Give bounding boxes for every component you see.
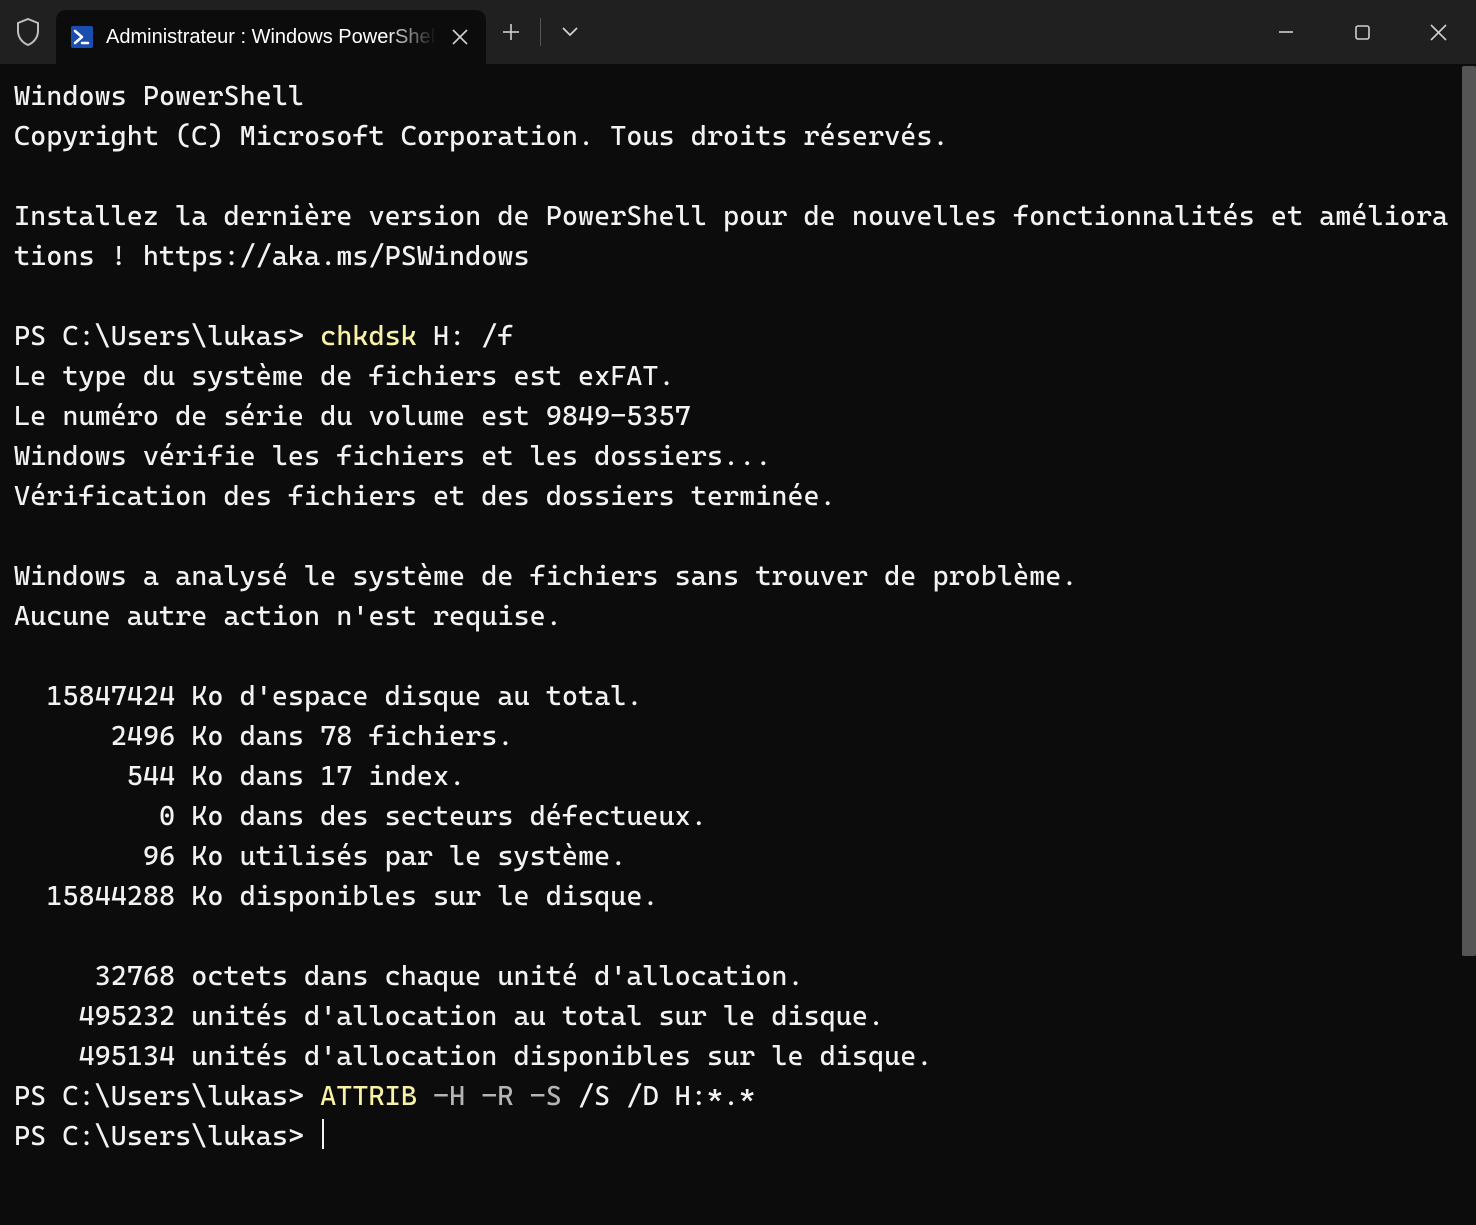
admin-shield-icon (0, 18, 56, 46)
title-bar-drag-area[interactable] (595, 0, 1248, 64)
minimize-icon (1278, 24, 1294, 40)
title-bar: Administrateur : Windows PowerShell (0, 0, 1476, 64)
title-bar-left: Administrateur : Windows PowerShell (0, 0, 595, 64)
prompt-prefix: PS C:\Users\lukas> (14, 1120, 320, 1152)
command-args: /S /D H:*.* (562, 1080, 755, 1112)
powershell-icon (70, 25, 94, 49)
terminal-line: Vérification des fichiers et des dossier… (14, 480, 836, 512)
command-flag: -H (417, 1080, 465, 1112)
terminal-line: 0 Ko dans des secteurs défectueux. (14, 800, 707, 832)
close-window-button[interactable] (1400, 0, 1476, 64)
command-flag: -S (514, 1080, 562, 1112)
terminal-line: 15847424 Ko d'espace disque au total. (14, 680, 642, 712)
tab-close-button[interactable] (442, 19, 478, 55)
prompt-prefix: PS C:\Users\lukas> (14, 320, 320, 352)
maximize-icon (1355, 25, 1370, 40)
terminal-line: Windows PowerShell (14, 80, 304, 112)
command-name: ATTRIB (320, 1080, 417, 1112)
terminal-line: 96 Ko utilisés par le système. (14, 840, 626, 872)
terminal-line: Installez la dernière version de PowerSh… (14, 200, 1448, 272)
terminal-line: 544 Ko dans 17 index. (14, 760, 465, 792)
new-tab-button[interactable] (486, 0, 536, 64)
terminal-line: Le type du système de fichiers est exFAT… (14, 360, 675, 392)
terminal-line: 2496 Ko dans 78 fichiers. (14, 720, 514, 752)
tab-actions (486, 0, 595, 64)
terminal-line: 495232 unités d'allocation au total sur … (14, 1000, 884, 1032)
prompt-prefix: PS C:\Users\lukas> (14, 1080, 320, 1112)
terminal-line: Le numéro de série du volume est 9849-53… (14, 400, 691, 432)
divider (540, 18, 541, 46)
terminal-output[interactable]: Windows PowerShell Copyright (C) Microso… (0, 64, 1476, 1168)
cursor (322, 1119, 324, 1149)
terminal-line: Copyright (C) Microsoft Corporation. Tou… (14, 120, 949, 152)
tab-title: Administrateur : Windows PowerShell (106, 26, 436, 49)
close-icon (452, 29, 468, 45)
maximize-button[interactable] (1324, 0, 1400, 64)
command-name: chkdsk (320, 320, 417, 352)
tab-dropdown-button[interactable] (545, 0, 595, 64)
chevron-down-icon (561, 26, 579, 38)
terminal-line: 15844288 Ko disponibles sur le disque. (14, 880, 659, 912)
terminal-area[interactable]: Windows PowerShell Copyright (C) Microso… (0, 64, 1476, 1225)
terminal-line: 495134 unités d'allocation disponibles s… (14, 1040, 932, 1072)
terminal-line: Aucune autre action n'est requise. (14, 600, 562, 632)
close-icon (1430, 24, 1447, 41)
terminal-line: 32768 octets dans chaque unité d'allocat… (14, 960, 804, 992)
command-args: H: /f (417, 320, 514, 352)
scrollbar-thumb[interactable] (1462, 66, 1476, 956)
terminal-line: Windows vérifie les fichiers et les doss… (14, 440, 771, 472)
terminal-line: Windows a analysé le système de fichiers… (14, 560, 1077, 592)
window-controls (1248, 0, 1476, 64)
active-tab[interactable]: Administrateur : Windows PowerShell (56, 10, 486, 64)
command-flag: -R (465, 1080, 513, 1112)
minimize-button[interactable] (1248, 0, 1324, 64)
plus-icon (502, 23, 520, 41)
